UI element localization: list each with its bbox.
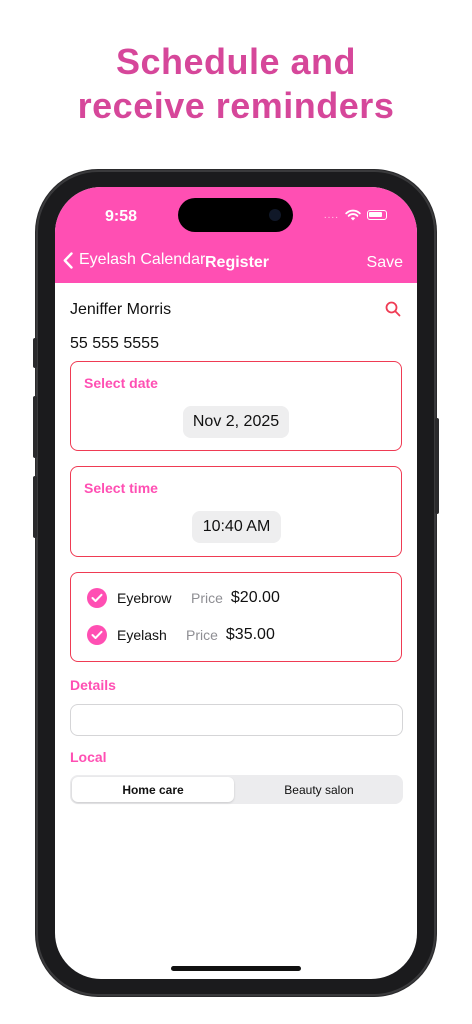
wifi-icon	[345, 209, 361, 221]
checkmark-icon[interactable]	[87, 625, 107, 645]
details-input[interactable]	[70, 704, 403, 736]
home-indicator[interactable]	[171, 966, 301, 971]
time-label: Select time	[84, 480, 158, 496]
promo-headline: Schedule and receive reminders	[0, 40, 472, 128]
cellular-signal: ....	[323, 209, 339, 221]
camera-icon	[269, 209, 281, 221]
details-label: Details	[70, 677, 116, 693]
segment-home-care[interactable]: Home care	[72, 777, 234, 802]
services-section: Eyebrow Price $20.00 Eyelash Price $35.0…	[70, 572, 402, 662]
battery-icon	[367, 210, 387, 220]
volume-down-button	[33, 476, 37, 538]
status-bar: 9:58 ....	[55, 187, 417, 243]
client-name[interactable]: Jeniffer Morris	[70, 301, 171, 319]
service-name: Eyelash	[117, 627, 167, 643]
phone-screen: 9:58 .... Eyelash Calendar Register Save…	[55, 187, 417, 979]
nav-title: Register	[205, 254, 270, 271]
back-button[interactable]: Eyelash Calendar	[63, 251, 205, 269]
price-label: Price	[191, 590, 223, 606]
phone-frame: 9:58 .... Eyelash Calendar Register Save…	[33, 170, 439, 996]
local-segmented-control: Home care Beauty salon	[70, 775, 403, 804]
power-button	[435, 418, 439, 514]
search-icon[interactable]	[385, 301, 401, 317]
checkmark-icon[interactable]	[87, 588, 107, 608]
time-section: Select time 10:40 AM	[70, 466, 402, 557]
local-label: Local	[70, 749, 107, 765]
mute-switch	[33, 338, 37, 368]
price-label: Price	[186, 627, 218, 643]
service-row[interactable]: Eyelash Price $35.00	[87, 625, 275, 645]
date-label: Select date	[84, 375, 158, 391]
back-label: Eyelash Calendar	[79, 251, 206, 268]
date-section: Select date Nov 2, 2025	[70, 361, 402, 451]
save-button[interactable]: Save	[367, 254, 403, 272]
chevron-left-icon	[63, 251, 73, 269]
volume-up-button	[33, 396, 37, 458]
price-value: $35.00	[225, 626, 275, 643]
navigation-bar: Eyelash Calendar Register Save	[55, 243, 417, 283]
promo-line-2: receive reminders	[77, 85, 395, 126]
status-time: 9:58	[105, 208, 138, 225]
promo-line-1: Schedule and	[115, 41, 357, 82]
service-name: Eyebrow	[117, 590, 172, 606]
dynamic-island	[178, 198, 293, 232]
time-picker[interactable]: 10:40 AM	[192, 511, 281, 543]
segment-beauty-salon[interactable]: Beauty salon	[238, 777, 400, 802]
client-phone: 55 555 5555	[70, 335, 159, 352]
service-row[interactable]: Eyebrow Price $20.00	[87, 588, 280, 608]
status-icons: ....	[324, 209, 387, 221]
date-picker[interactable]: Nov 2, 2025	[183, 406, 289, 438]
price-value: $20.00	[230, 589, 280, 606]
